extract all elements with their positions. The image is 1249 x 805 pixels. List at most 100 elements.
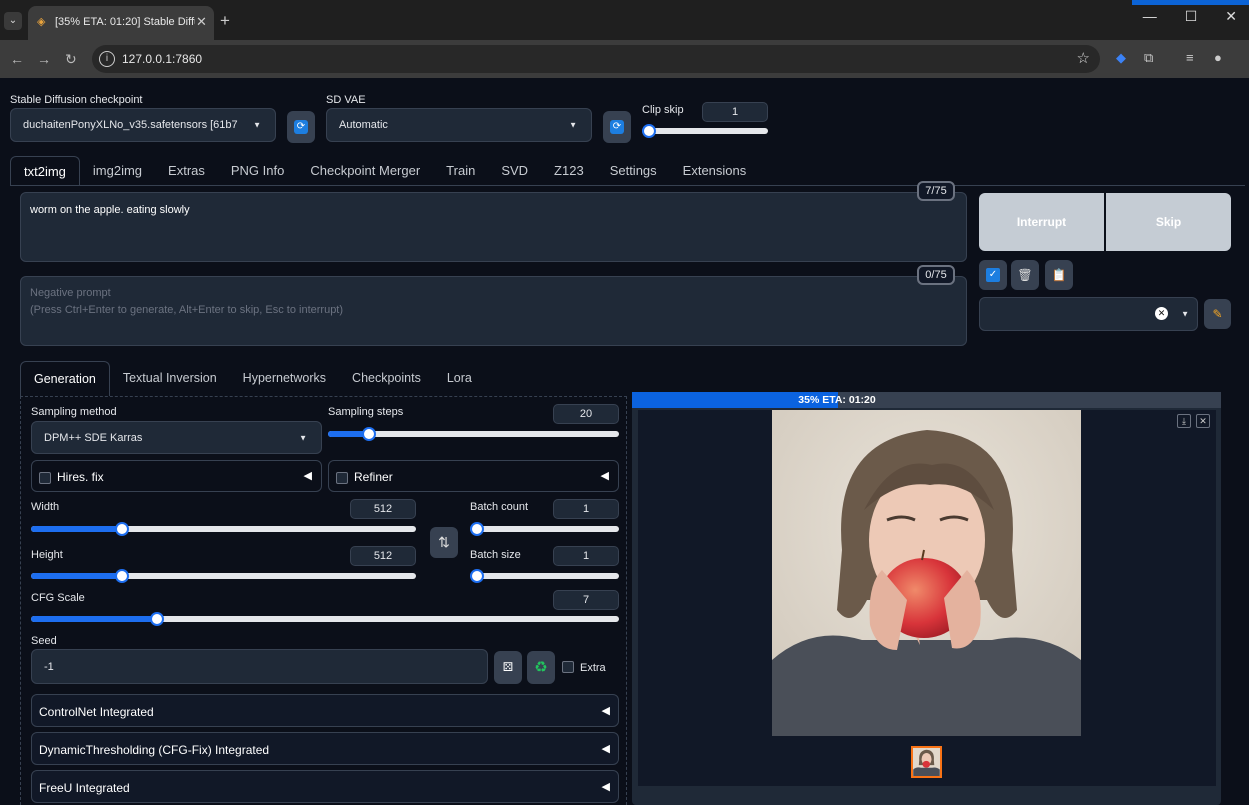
dynamic-thresholding-accordion[interactable]: DynamicThresholding (CFG-Fix) Integrated… [31, 732, 619, 765]
tab-settings[interactable]: Settings [597, 156, 670, 186]
accordion-title: FreeU Integrated [39, 781, 130, 795]
generated-image[interactable] [772, 410, 1081, 736]
tab-z123[interactable]: Z123 [541, 156, 597, 186]
slider-knob[interactable] [470, 522, 484, 536]
random-seed-button[interactable]: ⚄ [494, 651, 522, 684]
chevron-down-icon: ▼ [299, 433, 307, 442]
sampling-steps-slider[interactable] [328, 427, 619, 441]
progress-bar: 35% ETA: 01:20 [632, 392, 1221, 408]
tab-checkpoint-merger[interactable]: Checkpoint Merger [297, 156, 433, 186]
extensions-puzzle-icon[interactable]: ⧉ [1144, 50, 1153, 66]
forward-arrow-icon[interactable]: → [37, 51, 51, 67]
back-arrow-icon[interactable]: ← [10, 51, 24, 67]
tab-hypernetworks[interactable]: Hypernetworks [230, 361, 339, 391]
sampling-method-dropdown[interactable]: DPM++ SDE Karras ▼ [31, 421, 322, 454]
prompt-textarea[interactable]: worm on the apple. eating slowly [20, 192, 967, 262]
media-queue-icon[interactable]: ≡ [1186, 50, 1194, 65]
tab-img2img[interactable]: img2img [80, 156, 155, 186]
cfg-scale-slider[interactable] [31, 612, 619, 626]
browser-tab[interactable]: ◈ [35% ETA: 01:20] Stable Diffusion ✕ [28, 6, 214, 40]
tab-divider [10, 185, 1245, 186]
tab-svd[interactable]: SVD [488, 156, 541, 186]
batch-count-label: Batch count [470, 501, 529, 513]
site-info-icon[interactable]: i [99, 51, 115, 67]
vae-dropdown[interactable]: Automatic ▼ [326, 108, 592, 142]
negative-prompt-textarea[interactable]: Negative prompt (Press Ctrl+Enter to gen… [20, 276, 967, 346]
tab-lora[interactable]: Lora [434, 361, 485, 391]
controlnet-accordion[interactable]: ControlNet Integrated ◀ [31, 694, 619, 727]
sampling-steps-input[interactable]: 20 [553, 404, 619, 424]
url-text: 127.0.0.1:7860 [122, 52, 203, 66]
reuse-seed-button[interactable]: ♻ [527, 651, 555, 684]
reload-icon[interactable]: ↻ [65, 51, 77, 68]
batch-size-slider[interactable] [470, 569, 619, 583]
refiner-checkbox[interactable] [336, 472, 348, 484]
slider-knob[interactable] [150, 612, 164, 626]
address-bar[interactable]: i 127.0.0.1:7860 ☆ [92, 45, 1100, 73]
chevron-down-icon: ▼ [253, 120, 261, 130]
tab-train[interactable]: Train [433, 156, 488, 186]
slider-knob[interactable] [115, 522, 129, 536]
new-tab-button[interactable]: + [220, 11, 230, 31]
expand-triangle-icon: ◀ [303, 470, 312, 482]
refiner-accordion[interactable]: Refiner ◀ [328, 460, 619, 492]
clear-styles-icon[interactable]: ✕ [1155, 307, 1168, 320]
checkpoint-dropdown[interactable]: duchaitenPonyXLNo_v35.safetensors [61b7a… [10, 108, 276, 142]
profile-avatar-icon[interactable]: ● [1214, 50, 1222, 65]
tab-png-info[interactable]: PNG Info [218, 156, 297, 186]
close-preview-icon[interactable]: ✕ [1196, 414, 1210, 428]
progress-text: 35% ETA: 01:20 [798, 394, 876, 406]
width-slider[interactable] [31, 522, 416, 536]
clip-skip-input[interactable]: 1 [702, 102, 768, 122]
apply-styles-button[interactable]: ✓ [979, 260, 1007, 290]
hires-fix-accordion[interactable]: Hires. fix ◀ [31, 460, 322, 492]
hires-fix-checkbox[interactable] [39, 472, 51, 484]
batch-count-slider[interactable] [470, 522, 619, 536]
extension-gem-icon[interactable]: ◆ [1116, 50, 1126, 66]
chevron-down-icon: ▼ [1181, 309, 1189, 319]
thumbnail[interactable] [911, 746, 942, 778]
swap-dimensions-button[interactable]: ⇅ [430, 527, 458, 558]
height-slider[interactable] [31, 569, 416, 583]
download-icon[interactable]: ⤓ [1177, 414, 1191, 428]
extra-seed-checkbox[interactable] [562, 661, 574, 673]
slider-knob[interactable] [115, 569, 129, 583]
tab-generation[interactable]: Generation [20, 361, 110, 396]
paste-params-button[interactable]: 📋 [1045, 260, 1073, 290]
slider-knob[interactable] [470, 569, 484, 583]
interrupt-button[interactable]: Interrupt [979, 193, 1104, 251]
refresh-checkpoint-button[interactable]: ⟳ [287, 111, 315, 143]
width-input[interactable]: 512 [350, 499, 416, 519]
tab-close-icon[interactable]: ✕ [196, 14, 207, 30]
negative-token-counter: 0/75 [917, 265, 955, 285]
clear-prompt-button[interactable]: 🗑 [1011, 260, 1039, 290]
window-accent-strip [1132, 0, 1249, 5]
bookmark-star-icon[interactable]: ☆ [1077, 49, 1090, 67]
skip-button[interactable]: Skip [1106, 193, 1231, 251]
edit-styles-button[interactable]: ✎ [1204, 299, 1231, 329]
checkpoint-value: duchaitenPonyXLNo_v35.safetensors [61b7a… [23, 119, 238, 131]
tab-extras[interactable]: Extras [155, 156, 218, 186]
seed-value: -1 [44, 660, 54, 673]
freeu-accordion[interactable]: FreeU Integrated ◀ [31, 770, 619, 803]
tab-textual-inversion[interactable]: Textual Inversion [110, 361, 230, 391]
height-input[interactable]: 512 [350, 546, 416, 566]
seed-input[interactable]: -1 [31, 649, 488, 684]
close-window-button[interactable]: ✕ [1225, 8, 1237, 25]
chevron-down-icon: ▼ [569, 120, 577, 130]
refresh-vae-button[interactable]: ⟳ [603, 111, 631, 143]
tab-search-chevron-icon[interactable]: ⌄ [4, 12, 22, 30]
cfg-scale-input[interactable]: 7 [553, 590, 619, 610]
maximize-button[interactable]: ☐ [1185, 8, 1198, 25]
minimize-button[interactable]: — [1143, 8, 1157, 25]
tab-txt2img[interactable]: txt2img [10, 156, 80, 186]
favicon-icon: ◈ [37, 16, 46, 28]
batch-size-input[interactable]: 1 [553, 546, 619, 566]
slider-knob[interactable] [642, 124, 656, 138]
tab-extensions[interactable]: Extensions [670, 156, 760, 186]
tab-checkpoints[interactable]: Checkpoints [339, 361, 434, 391]
styles-dropdown[interactable]: ✕ ▼ [979, 297, 1198, 331]
clip-skip-slider[interactable] [642, 124, 768, 138]
slider-knob[interactable] [362, 427, 376, 441]
batch-count-input[interactable]: 1 [553, 499, 619, 519]
